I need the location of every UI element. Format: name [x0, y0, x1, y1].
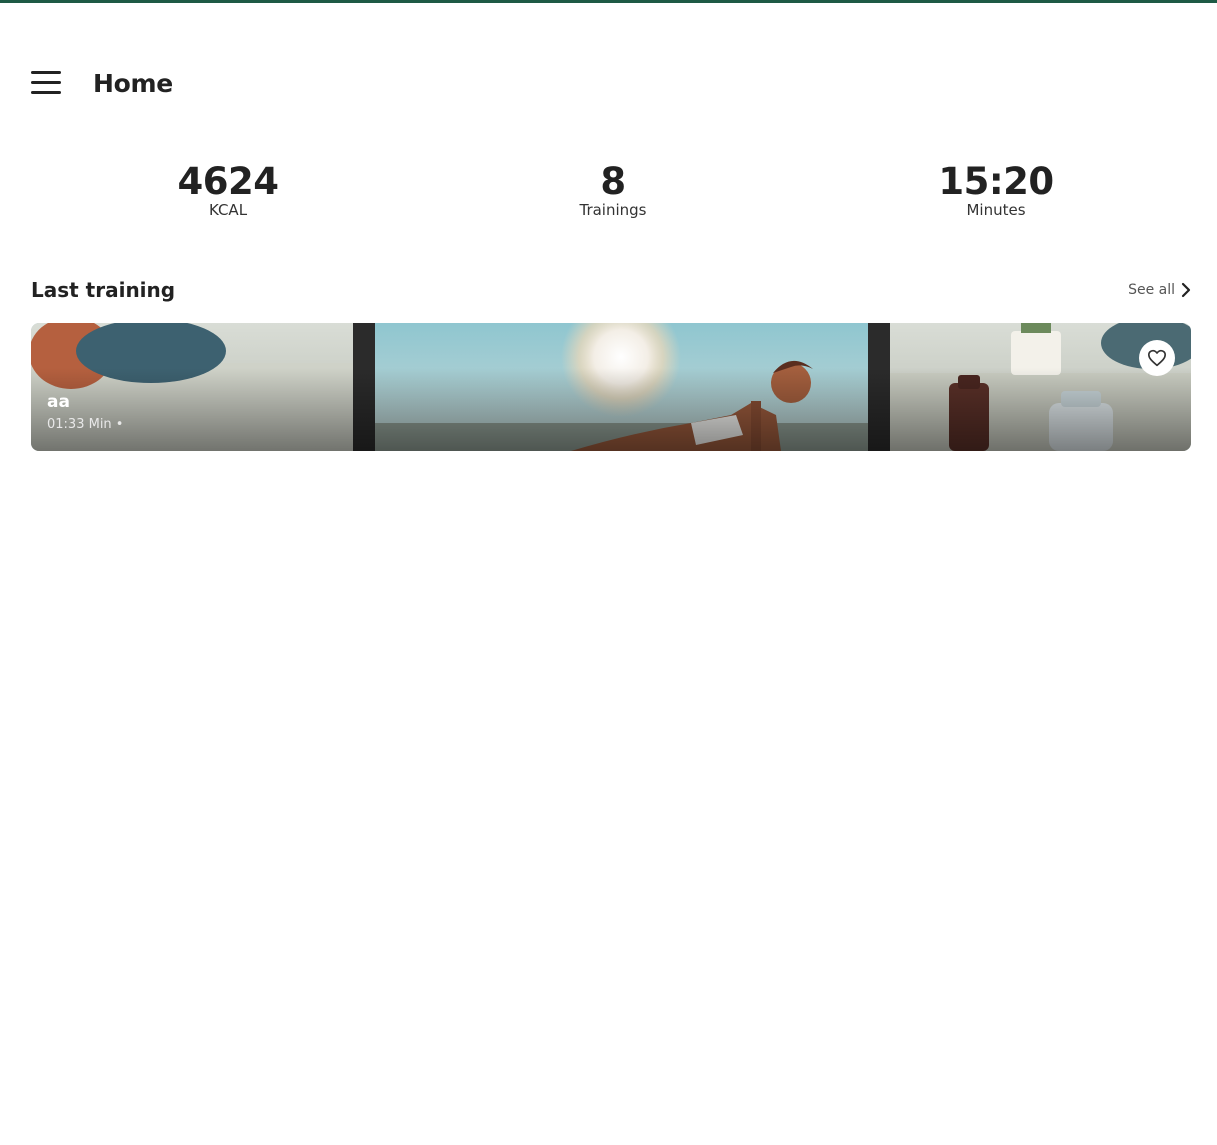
top-accent-bar [0, 0, 1217, 3]
see-all-label: See all [1128, 282, 1175, 298]
hamburger-menu-icon[interactable] [31, 71, 61, 95]
stat-trainings: 8 Trainings [493, 160, 733, 220]
training-name: aa [47, 392, 70, 412]
stat-kcal-value: 4624 [177, 160, 279, 203]
stat-minutes: 15:20 Minutes [876, 160, 1116, 220]
stat-trainings-value: 8 [600, 160, 626, 203]
chevron-right-icon [1181, 282, 1191, 298]
last-training-header: Last training See all [31, 276, 1191, 304]
card-overlay [31, 323, 1191, 451]
training-duration: 01:33 Min • [47, 417, 124, 432]
stat-kcal: 4624 KCAL [108, 160, 348, 220]
stat-trainings-label: Trainings [579, 201, 647, 219]
see-all-link[interactable]: See all [1128, 282, 1191, 298]
stat-minutes-label: Minutes [966, 201, 1026, 219]
stat-minutes-value: 15:20 [938, 160, 1054, 203]
favorite-button[interactable] [1139, 340, 1175, 376]
page-title: Home [93, 68, 173, 98]
stat-kcal-label: KCAL [208, 201, 248, 219]
heart-outline-icon [1148, 349, 1166, 367]
section-title: Last training [31, 278, 176, 302]
app-bar: Home [31, 62, 173, 104]
training-card[interactable]: aa 01:33 Min • [31, 323, 1191, 451]
